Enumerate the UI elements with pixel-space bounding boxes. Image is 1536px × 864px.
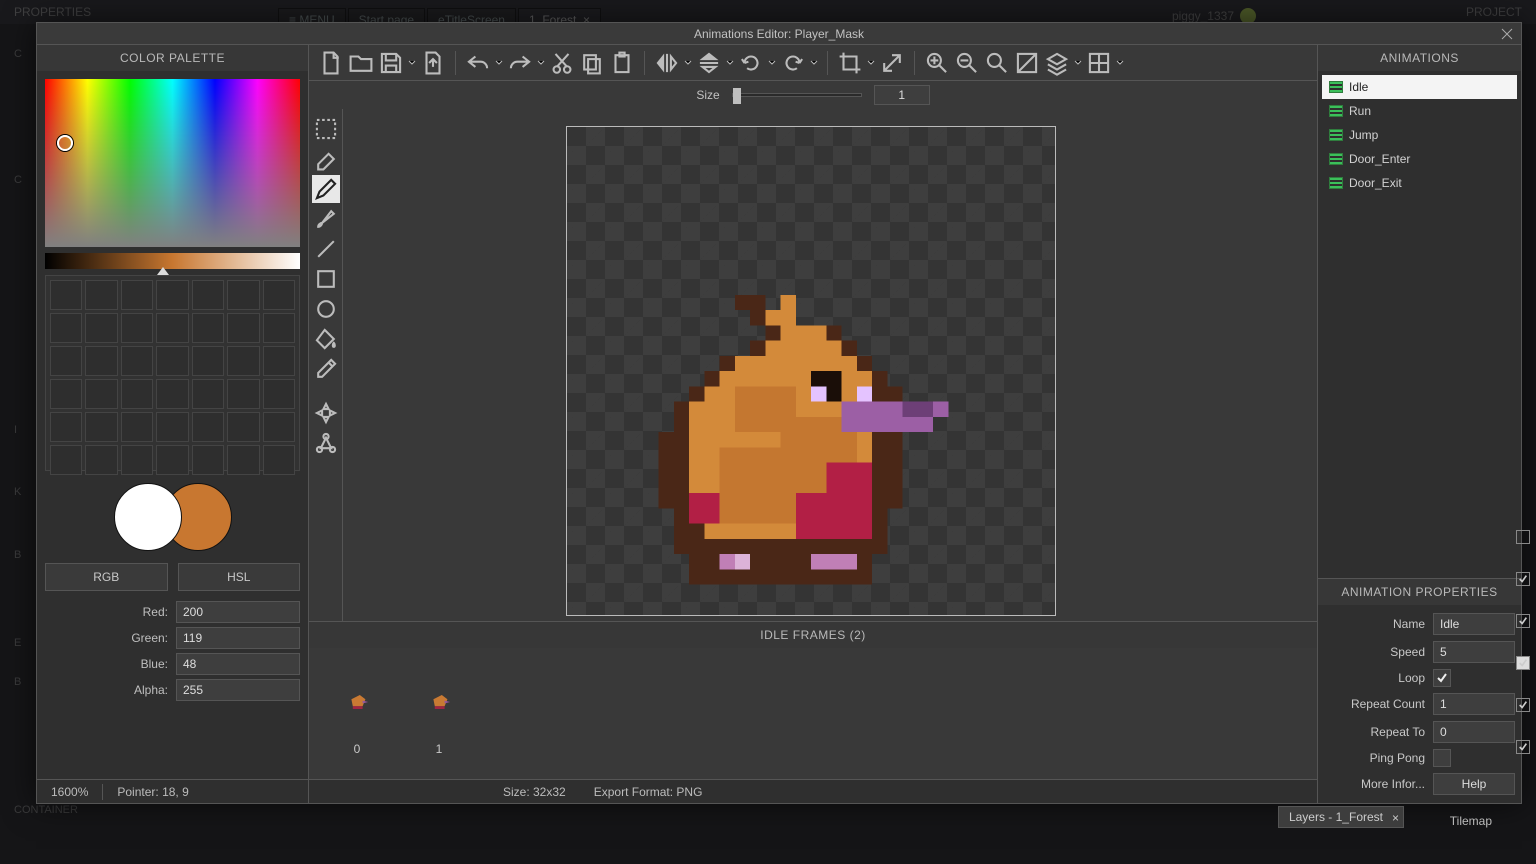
frames-header: IDLE FRAMES (2) — [309, 622, 1317, 648]
export-format-status: Export Format: PNG — [580, 785, 717, 799]
bg-side-checks — [1516, 530, 1530, 754]
redo-dropdown-icon[interactable] — [536, 59, 546, 67]
new-file-icon[interactable] — [317, 49, 345, 77]
red-label: Red: — [45, 605, 168, 619]
animprops-loop-checkbox[interactable] — [1433, 669, 1451, 687]
alpha-input[interactable] — [176, 679, 300, 701]
canvas-size-status: Size: 32x32 — [489, 785, 580, 799]
grid-icon[interactable] — [1085, 49, 1113, 77]
animation-item-idle[interactable]: Idle — [1322, 75, 1517, 99]
dialog-titlebar[interactable]: Animations Editor: Player_Mask — [37, 23, 1521, 45]
animprops-loop-label: Loop — [1324, 671, 1425, 685]
green-label: Green: — [45, 631, 168, 645]
bg-layers-tab[interactable]: Layers - 1_Forest× — [1278, 806, 1404, 828]
save-dropdown-icon[interactable] — [407, 59, 417, 67]
animprops-speed-label: Speed — [1324, 645, 1425, 659]
reel-icon — [1329, 81, 1343, 93]
frame-index: 1 — [436, 742, 443, 756]
rotate-ccw-icon[interactable] — [737, 49, 765, 77]
frame-index: 0 — [354, 742, 361, 756]
fill-tool-icon[interactable] — [312, 325, 340, 353]
brush-size-label: Size — [696, 88, 719, 102]
animprops-name-input[interactable] — [1433, 613, 1515, 635]
animprops-speed-input[interactable] — [1433, 641, 1515, 663]
open-folder-icon[interactable] — [347, 49, 375, 77]
animation-item-doorexit[interactable]: Door_Exit — [1322, 171, 1517, 195]
origin-tool-icon[interactable] — [312, 399, 340, 427]
swatch-grid[interactable] — [45, 275, 300, 471]
flip-h-icon[interactable] — [653, 49, 681, 77]
layers-icon[interactable] — [1043, 49, 1071, 77]
transparency-icon[interactable] — [1013, 49, 1041, 77]
pencil-tool-icon[interactable] — [312, 175, 340, 203]
save-icon[interactable] — [377, 49, 405, 77]
line-tool-icon[interactable] — [312, 235, 340, 263]
export-icon[interactable] — [419, 49, 447, 77]
blue-input[interactable] — [176, 653, 300, 675]
animation-item-jump[interactable]: Jump — [1322, 123, 1517, 147]
brush-size-input[interactable] — [874, 85, 930, 105]
paste-icon[interactable] — [608, 49, 636, 77]
animprops-header: ANIMATION PROPERTIES — [1318, 579, 1521, 605]
redo-icon[interactable] — [506, 49, 534, 77]
crop-icon[interactable] — [836, 49, 864, 77]
alpha-label: Alpha: — [45, 683, 168, 697]
eraser-tool-icon[interactable] — [312, 145, 340, 173]
brush-size-slider[interactable] — [732, 93, 862, 97]
flip-v-icon[interactable] — [695, 49, 723, 77]
reel-icon — [1329, 177, 1343, 189]
green-input[interactable] — [176, 627, 300, 649]
undo-icon[interactable] — [464, 49, 492, 77]
zoom-fit-icon[interactable] — [983, 49, 1011, 77]
rgb-mode-button[interactable]: RGB — [45, 563, 168, 591]
foreground-color[interactable] — [114, 483, 182, 551]
animation-item-run[interactable]: Run — [1322, 99, 1517, 123]
animations-list: Idle Run Jump Door_Enter Door_Exit — [1318, 71, 1521, 578]
ellipse-tool-icon[interactable] — [312, 295, 340, 323]
lightness-slider[interactable] — [45, 253, 300, 269]
hsl-mode-button[interactable]: HSL — [178, 563, 301, 591]
animprops-moreinfo-label: More Infor... — [1324, 777, 1425, 791]
bg-tilemap-tab[interactable]: Tilemap — [1450, 814, 1492, 828]
animation-item-doorenter[interactable]: Door_Enter — [1322, 147, 1517, 171]
zoom-out-icon[interactable] — [953, 49, 981, 77]
animations-header: ANIMATIONS — [1318, 45, 1521, 71]
eyedropper-tool-icon[interactable] — [312, 355, 340, 383]
sprite-canvas[interactable] — [567, 127, 1055, 615]
undo-dropdown-icon[interactable] — [494, 59, 504, 67]
reel-icon — [1329, 105, 1343, 117]
rect-tool-icon[interactable] — [312, 265, 340, 293]
animprops-repeatto-label: Repeat To — [1324, 725, 1425, 739]
animprops-pingpong-label: Ping Pong — [1324, 751, 1425, 765]
animprops-repeatcount-input[interactable] — [1433, 693, 1515, 715]
animprops-repeatto-input[interactable] — [1433, 721, 1515, 743]
select-rect-tool-icon[interactable] — [312, 115, 340, 143]
copy-icon[interactable] — [578, 49, 606, 77]
zoom-in-icon[interactable] — [923, 49, 951, 77]
dialog-title: Animations Editor: Player_Mask — [694, 27, 864, 41]
collision-poly-tool-icon[interactable] — [312, 429, 340, 457]
help-button[interactable]: Help — [1433, 773, 1515, 795]
resize-icon[interactable] — [878, 49, 906, 77]
cut-icon[interactable] — [548, 49, 576, 77]
pointer-status: Pointer: 18, 9 — [103, 785, 202, 799]
frame-slot[interactable]: 0 — [327, 672, 387, 756]
color-palette-header: COLOR PALETTE — [37, 45, 308, 71]
animprops-pingpong-checkbox[interactable] — [1433, 749, 1451, 767]
animprops-name-label: Name — [1324, 617, 1425, 631]
close-icon[interactable] — [1499, 26, 1515, 42]
animations-editor-dialog: Animations Editor: Player_Mask COLOR PAL… — [36, 22, 1522, 804]
main-toolbar — [309, 45, 1317, 81]
red-input[interactable] — [176, 601, 300, 623]
rotate-cw-icon[interactable] — [779, 49, 807, 77]
blue-label: Blue: — [45, 657, 168, 671]
hue-sat-picker[interactable] — [45, 79, 300, 247]
animprops-repeatcount-label: Repeat Count — [1324, 697, 1425, 711]
frame-slot[interactable]: 1 — [409, 672, 469, 756]
canvas-viewport[interactable] — [343, 109, 1317, 621]
zoom-status: 1600% — [37, 785, 102, 799]
reel-icon — [1329, 129, 1343, 141]
reel-icon — [1329, 153, 1343, 165]
brush-tool-icon[interactable] — [312, 205, 340, 233]
